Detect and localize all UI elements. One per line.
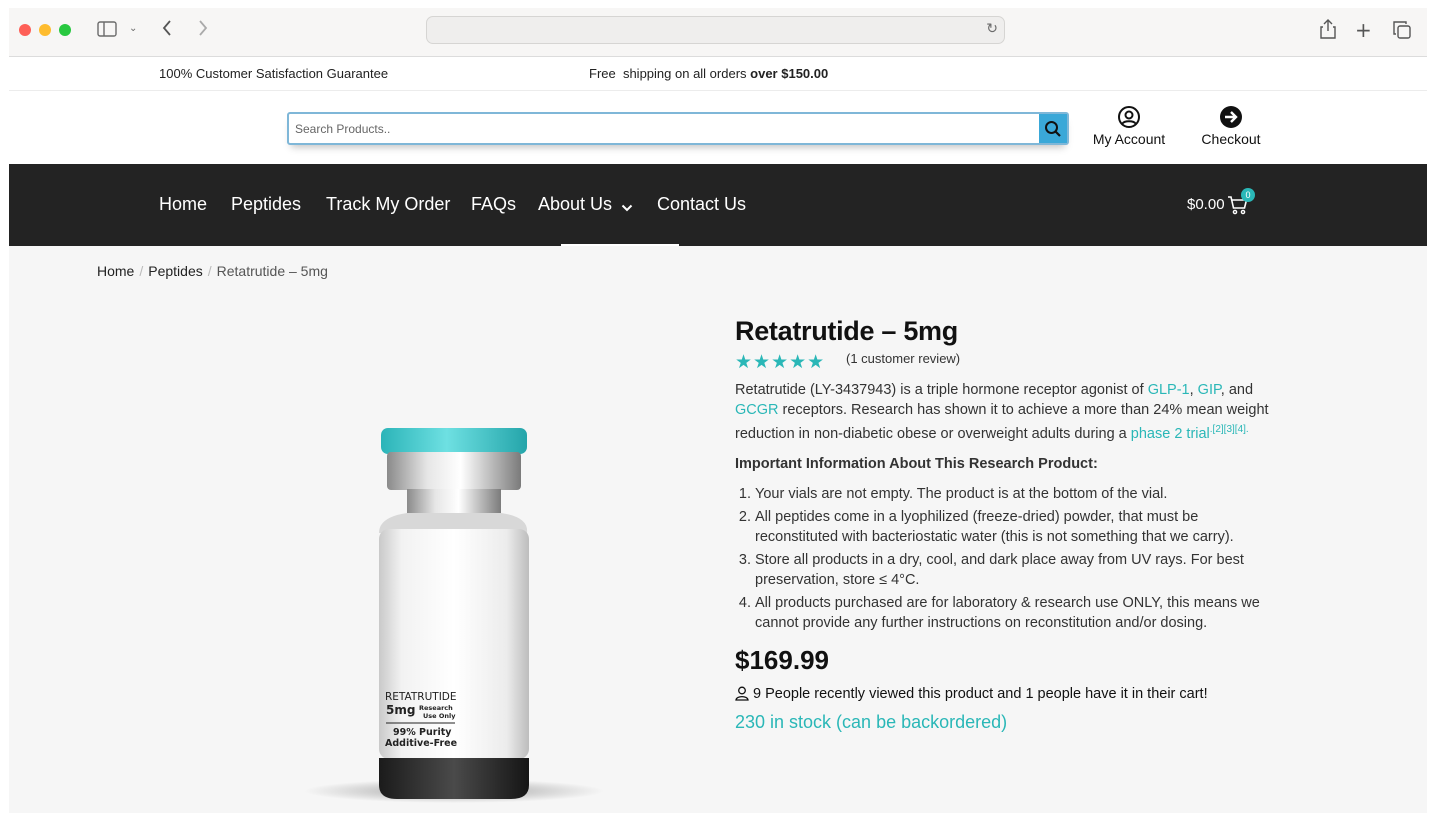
- vial-label-dose: 5mg: [386, 703, 415, 717]
- product-title: Retatrutide – 5mg: [735, 316, 958, 346]
- nav-item-peptides[interactable]: Peptides: [231, 194, 301, 215]
- share-icon[interactable]: [1320, 19, 1336, 43]
- announcement-bar: 100% Customer Satisfaction Guarantee Fre…: [9, 57, 1427, 91]
- product-rating: ★★★★★ (1 customer review): [735, 351, 1275, 373]
- sidebar-toggle-icon[interactable]: [97, 21, 117, 41]
- search-box: [287, 112, 1069, 145]
- browser-toolbar: ⌄ ↻ +: [9, 8, 1427, 57]
- user-circle-icon: [1118, 106, 1140, 128]
- list-item: All products purchased are for laborator…: [755, 593, 1275, 633]
- search-input[interactable]: [295, 119, 1035, 139]
- review-count-link[interactable]: (1 customer review): [846, 351, 960, 366]
- references-link[interactable]: .[2][3][4].: [1210, 424, 1249, 435]
- my-account-link[interactable]: My Account: [1092, 105, 1166, 147]
- checkout-link[interactable]: Checkout: [1199, 105, 1263, 147]
- vial-label-name: RETATRUTIDE: [385, 691, 457, 703]
- new-tab-icon[interactable]: +: [1355, 18, 1372, 42]
- product-description: Retatrutide (LY-3437943) is a triple hor…: [735, 380, 1275, 444]
- site-header: My Account Checkout: [9, 91, 1427, 164]
- breadcrumb-home[interactable]: Home: [97, 263, 134, 279]
- my-account-label: My Account: [1092, 131, 1166, 147]
- product-summary: Retatrutide – 5mg ★★★★★ (1 customer revi…: [735, 316, 1275, 733]
- desc-text: , and: [1220, 382, 1254, 398]
- checkout-label: Checkout: [1201, 131, 1261, 147]
- breadcrumb-separator: /: [207, 263, 212, 279]
- back-icon[interactable]: [161, 19, 173, 41]
- main-navigation: Home Peptides Track My Order FAQs About …: [9, 164, 1427, 246]
- phase-2-trial-link[interactable]: phase 2 trial: [1131, 426, 1210, 442]
- nav-item-home[interactable]: Home: [159, 194, 207, 215]
- chevron-down-icon[interactable]: [621, 197, 633, 218]
- vial-label-additive: Additive-Free: [385, 738, 457, 749]
- recently-viewed-text: 9 People recently viewed this product an…: [753, 685, 1208, 702]
- product-image[interactable]: RETATRUTIDE 5mg Research Use Only 99% Pu…: [279, 413, 609, 808]
- shipping-prefix: Free shipping on all orders: [589, 66, 751, 81]
- gcgr-link[interactable]: GCGR: [735, 402, 779, 418]
- star-rating-icon: ★★★★★: [735, 351, 826, 373]
- important-info-list: Your vials are not empty. The product is…: [735, 484, 1275, 633]
- tabs-overview-icon[interactable]: [1393, 21, 1411, 43]
- important-info-heading: Important Information About This Researc…: [735, 455, 1098, 472]
- chevron-down-icon[interactable]: ⌄: [129, 23, 137, 34]
- nav-item-about-us[interactable]: About Us: [538, 194, 612, 215]
- user-icon: [735, 686, 749, 701]
- minimize-window-button[interactable]: [39, 24, 51, 36]
- shipping-text: Free shipping on all orders over $150.00: [589, 66, 828, 81]
- cart-count-badge: 0: [1241, 188, 1255, 202]
- nav-item-faqs[interactable]: FAQs: [471, 194, 516, 215]
- gip-link[interactable]: GIP: [1198, 382, 1221, 398]
- forward-icon[interactable]: [197, 19, 209, 41]
- address-bar[interactable]: ↻: [426, 16, 1005, 44]
- cart-total[interactable]: $0.00: [1187, 196, 1225, 213]
- browser-window: ⌄ ↻ + 100% Customer Satisfaction Guarant…: [9, 8, 1427, 813]
- guarantee-text: 100% Customer Satisfaction Guarantee: [159, 66, 389, 81]
- nav-item-contact-us[interactable]: Contact Us: [657, 194, 746, 215]
- active-menu-underline: [561, 244, 679, 246]
- close-window-button[interactable]: [19, 24, 31, 36]
- list-item: Your vials are not empty. The product is…: [755, 484, 1275, 504]
- breadcrumb-separator: /: [139, 263, 144, 279]
- stock-status: 230 in stock (can be backordered): [735, 711, 1008, 732]
- vial-label-purity: 99% Purity: [393, 727, 452, 738]
- search-icon: [1045, 120, 1061, 137]
- search-button[interactable]: [1039, 114, 1067, 143]
- desc-text: Retatrutide (LY-3437943) is a triple hor…: [735, 382, 1148, 398]
- vial-label-use-only: Use Only: [423, 712, 456, 720]
- vial-label-research: Research: [419, 704, 453, 712]
- glp1-link[interactable]: GLP-1: [1148, 382, 1190, 398]
- desc-text: ,: [1189, 382, 1198, 398]
- product-price: $169.99: [735, 644, 829, 675]
- arrow-right-circle-icon: [1220, 106, 1242, 128]
- breadcrumb: Home / Peptides / Retatrutide – 5mg: [97, 263, 328, 279]
- recently-viewed-notice: 9 People recently viewed this product an…: [735, 686, 1275, 702]
- shipping-threshold: over $150.00: [750, 66, 829, 81]
- maximize-window-button[interactable]: [59, 24, 71, 36]
- breadcrumb-current: Retatrutide – 5mg: [216, 263, 328, 279]
- breadcrumb-category[interactable]: Peptides: [148, 263, 202, 279]
- list-item: Store all products in a dry, cool, and d…: [755, 550, 1275, 590]
- list-item: All peptides come in a lyophilized (free…: [755, 507, 1275, 547]
- nav-item-track-order[interactable]: Track My Order: [326, 194, 450, 215]
- reload-icon[interactable]: ↻: [986, 21, 998, 37]
